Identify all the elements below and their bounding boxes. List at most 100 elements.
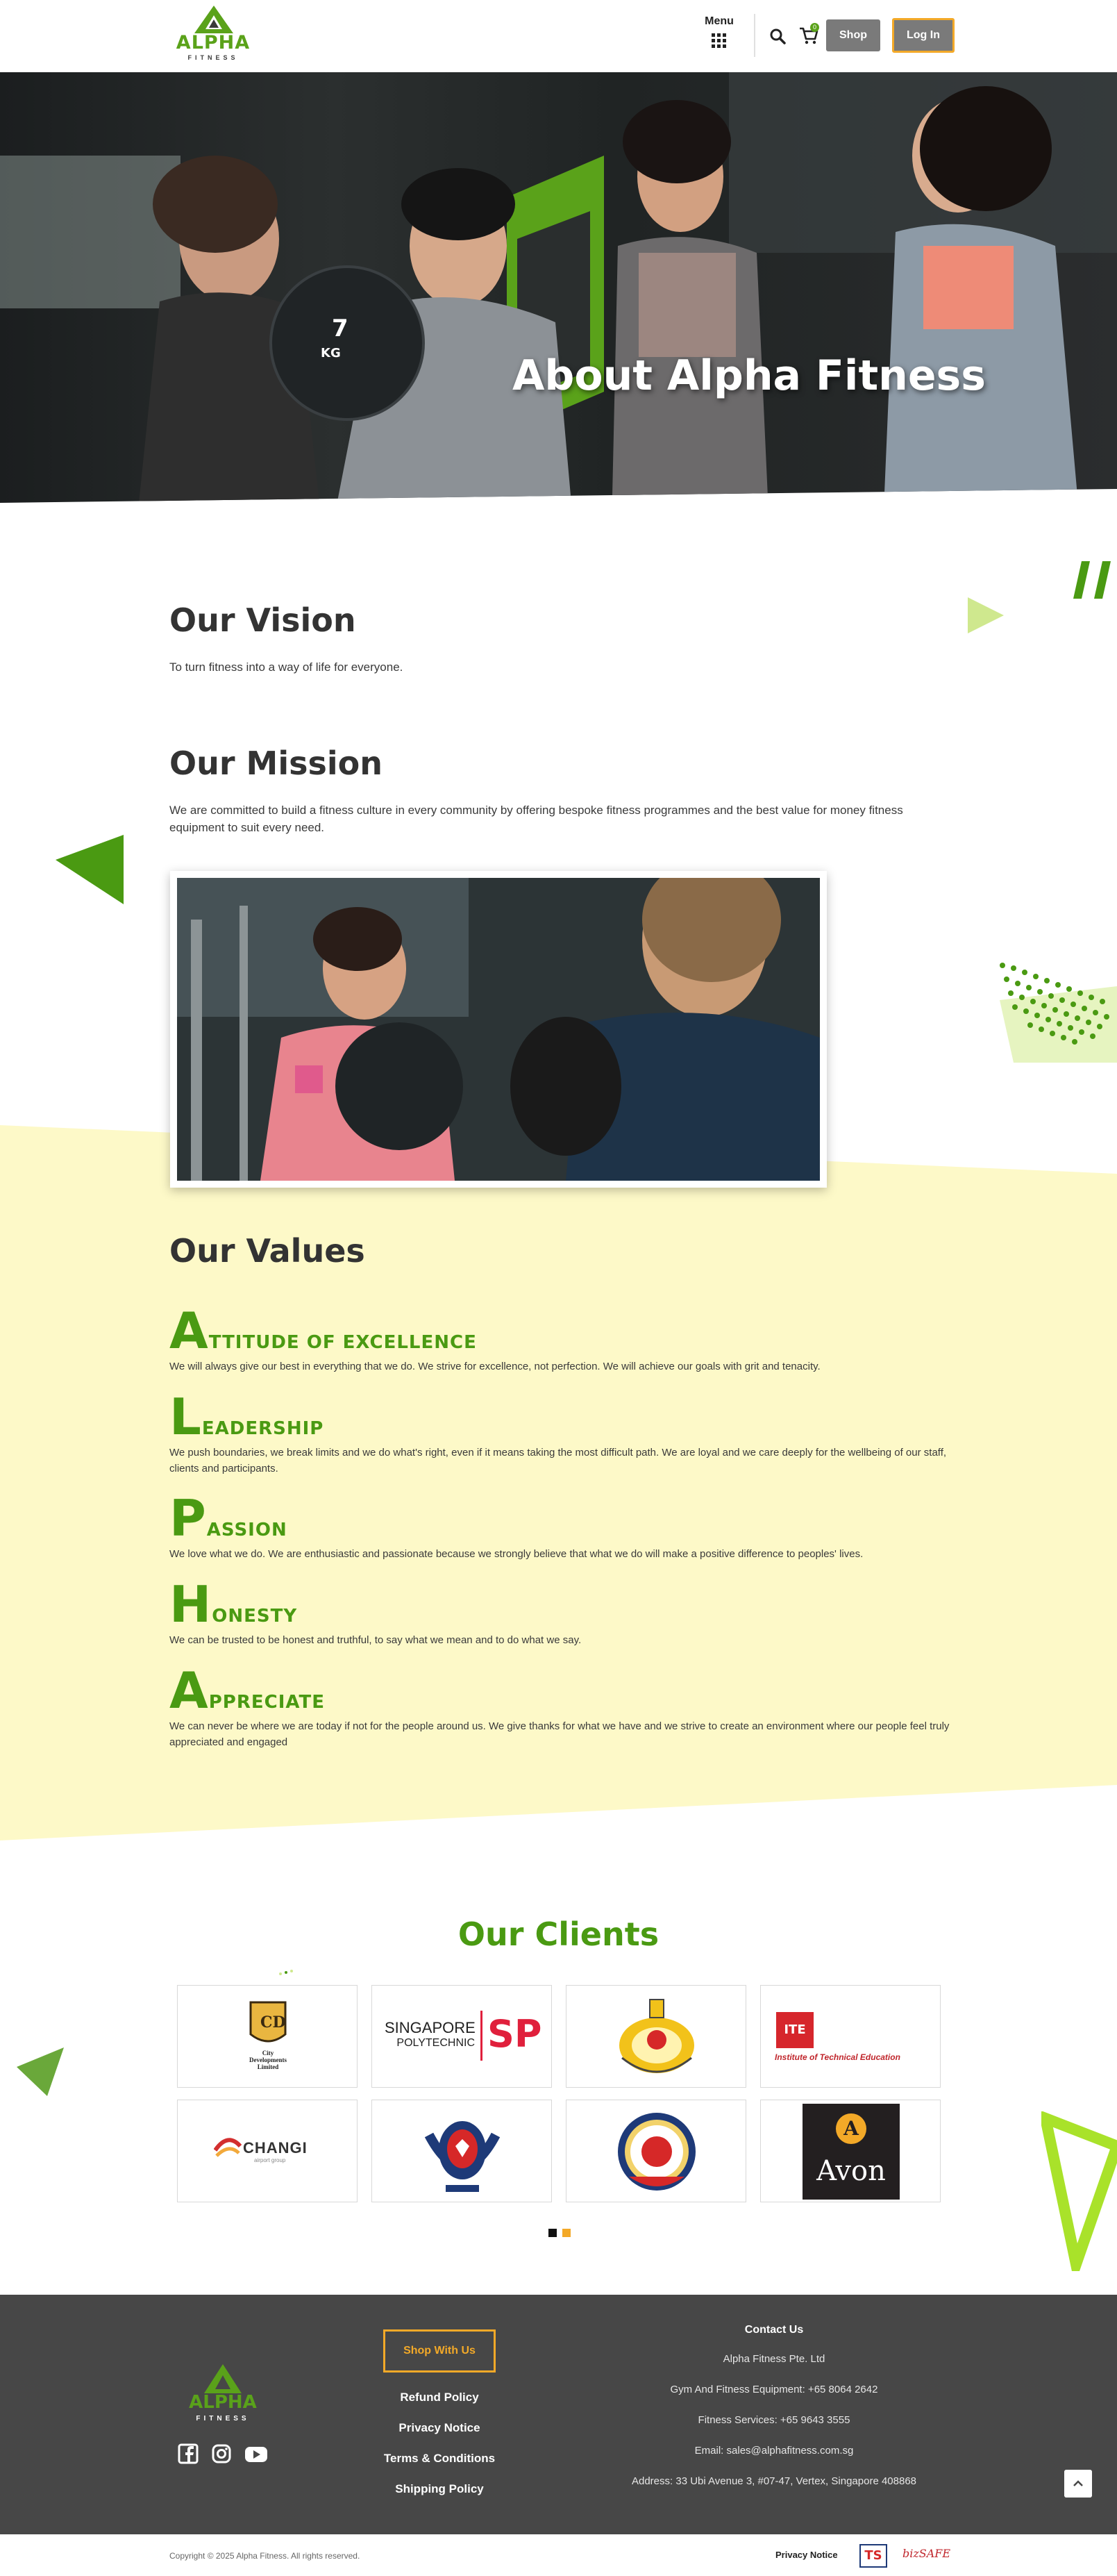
mission-text: We are committed to build a fitness cult…: [169, 804, 903, 834]
mission-photo-frame: [170, 871, 827, 1188]
hero-banner: 7 KG About Alpha Fitness: [0, 72, 1117, 558]
client-logo-singapore-polytechnic[interactable]: SINGAPORE POLYTECHNIC SP: [371, 1985, 552, 2088]
ite-text: Institute of Technical Education: [775, 2052, 900, 2062]
site-footer: ALPHA FITNESS Shop With Us Refund Policy…: [0, 2295, 1117, 2534]
changi-sub: airport group: [254, 2157, 286, 2163]
youtube-icon[interactable]: [244, 2443, 268, 2464]
contact-title: Contact Us: [744, 2324, 804, 2336]
client-logo-cdl[interactable]: CD City Developments Limited: [177, 1985, 358, 2088]
value-attitude-rest: ttitude of Excellence: [208, 1332, 477, 1353]
outline-triangle-decoration-icon: [1041, 2111, 1117, 2271]
green-triangle-decoration-icon: [56, 835, 124, 904]
dumbbell-weight: 7: [332, 315, 348, 342]
footer-logo-word: ALPHA: [189, 2392, 257, 2413]
footer-logo[interactable]: ALPHA FITNESS: [179, 2364, 267, 2431]
triangle-decoration-icon: [968, 597, 1004, 633]
client-logo-avon[interactable]: A Avon: [760, 2100, 941, 2202]
shop-with-us-button[interactable]: Shop With Us: [383, 2329, 496, 2373]
logo-word: ALPHA: [176, 32, 251, 53]
values-title: Our Values: [169, 1232, 365, 1270]
value-passion-rest: assion: [206, 1520, 287, 1540]
value-passion-initial: P: [169, 1489, 207, 1547]
round-crest-icon: [618, 2113, 696, 2191]
value-passion-heading: Passion: [169, 1493, 287, 1543]
contact-services-phone[interactable]: Fitness Services: +65 9643 3555: [576, 2414, 972, 2426]
shipping-policy-link[interactable]: Shipping Policy: [347, 2482, 532, 2496]
client-logo-crest[interactable]: [566, 1985, 746, 2088]
client-logo-police[interactable]: [371, 2100, 552, 2202]
sp-divider: [480, 2011, 482, 2061]
menu-label: Menu: [705, 15, 734, 27]
value-honesty-initial: H: [169, 1575, 212, 1634]
site-header: ALPHA FITNESS Menu 0 Shop Log In: [0, 0, 1117, 72]
svg-text:CD: CD: [260, 2013, 286, 2031]
login-button[interactable]: Log In: [892, 18, 955, 53]
value-attitude-desc: We will always give our best in everythi…: [169, 1361, 821, 1372]
changi-swirl-icon: [214, 2138, 242, 2157]
value-appreciate-initial: A: [169, 1661, 209, 1720]
changi-text: CHANGI: [243, 2139, 308, 2157]
dots-decoration-icon: [1000, 963, 1117, 1063]
value-appreciate-desc: We can never be where we are today if no…: [169, 1720, 950, 1748]
hero-photo-illustration: 7 KG: [0, 72, 1117, 558]
avon-mark: A: [836, 2113, 866, 2144]
value-honesty-heading: Honesty: [169, 1579, 297, 1629]
contact-company: Alpha Fitness Pte. Ltd: [723, 2353, 825, 2365]
avon-bg: A Avon: [803, 2104, 900, 2200]
ite-mark: ITE: [776, 2012, 814, 2048]
crest-icon: [619, 1999, 694, 2073]
bottom-bar: Copyright © 2025 Alpha Fitness. All righ…: [0, 2534, 1117, 2576]
avon-text: Avon: [816, 2155, 886, 2187]
shop-button[interactable]: Shop: [826, 19, 880, 51]
value-passion-desc: We love what we do. We are enthusiastic …: [169, 1548, 864, 1560]
privacy-notice-link[interactable]: Privacy Notice: [347, 2421, 532, 2435]
grid-menu-icon: [712, 33, 727, 48]
mission-title: Our Mission: [169, 745, 383, 782]
ts-badge: TS: [859, 2544, 887, 2568]
instagram-icon[interactable]: [211, 2443, 232, 2464]
client-logo-ite[interactable]: ITE Institute of Technical Education: [760, 1985, 941, 2088]
police-crest-icon: [424, 2121, 501, 2192]
logo-sub: FITNESS: [187, 54, 239, 61]
facebook-icon[interactable]: [178, 2443, 199, 2464]
client-logo-changi[interactable]: CHANGI airport group: [177, 2100, 358, 2202]
vision-text: To turn fitness into a way of life for e…: [169, 660, 403, 674]
alpha-fitness-logo[interactable]: ALPHA FITNESS: [168, 6, 258, 65]
terms-conditions-link[interactable]: Terms & Conditions: [347, 2452, 532, 2466]
left-triangle-decoration-icon: [17, 2047, 64, 2096]
logo-triangle-icon: [194, 6, 233, 33]
sp-mark: SP: [487, 2012, 542, 2056]
contact-equipment-phone[interactable]: Gym And Fitness Equipment: +65 8064 2642: [576, 2384, 972, 2395]
carousel-dot-2[interactable]: [562, 2229, 571, 2237]
search-icon[interactable]: [769, 28, 786, 44]
copyright-text: Copyright © 2025 Alpha Fitness. All righ…: [169, 2551, 360, 2561]
vision-title: Our Vision: [169, 601, 356, 639]
hero-title: About Alpha Fitness: [512, 351, 986, 400]
value-leadership-initial: L: [169, 1388, 202, 1446]
value-leadership-rest: eadership: [201, 1418, 324, 1439]
cart-count-badge: 0: [810, 23, 819, 32]
slash-decoration-icon: [1073, 561, 1111, 599]
value-leadership-desc: We push boundaries, we break limits and …: [169, 1447, 947, 1474]
value-honesty-desc: We can be trusted to be honest and truth…: [169, 1634, 582, 1646]
refund-policy-link[interactable]: Refund Policy: [347, 2391, 532, 2404]
value-leadership-heading: Leadership: [169, 1392, 324, 1442]
carousel-dot-1[interactable]: [548, 2229, 557, 2237]
value-honesty-rest: onesty: [212, 1606, 298, 1627]
scroll-to-top-icon[interactable]: [1064, 2470, 1092, 2498]
client-logo-round-crest[interactable]: [566, 2100, 746, 2202]
bizsafe-badge: bizSAFE: [902, 2547, 951, 2560]
sp-text: SINGAPORE POLYTECHNIC: [385, 2019, 476, 2050]
contact-address: Address: 33 Ubi Avenue 3, #07-47, Vertex…: [631, 2475, 917, 2487]
bottom-privacy-notice-link[interactable]: Privacy Notice: [775, 2550, 838, 2560]
menu-button[interactable]: Menu: [700, 15, 739, 56]
header-divider: [754, 14, 755, 57]
value-attitude-heading: Attitude of Excellence: [169, 1306, 477, 1356]
value-appreciate-heading: Appreciate: [169, 1665, 325, 1715]
value-appreciate-rest: ppreciate: [208, 1692, 325, 1713]
footer-logo-sub: FITNESS: [196, 2415, 250, 2423]
small-dots-decoration-icon: [279, 1970, 293, 1975]
mission-photo: [177, 878, 820, 1181]
clients-title: Our Clients: [457, 1916, 660, 1953]
contact-email[interactable]: Email: sales@alphafitness.com.sg: [576, 2445, 972, 2457]
